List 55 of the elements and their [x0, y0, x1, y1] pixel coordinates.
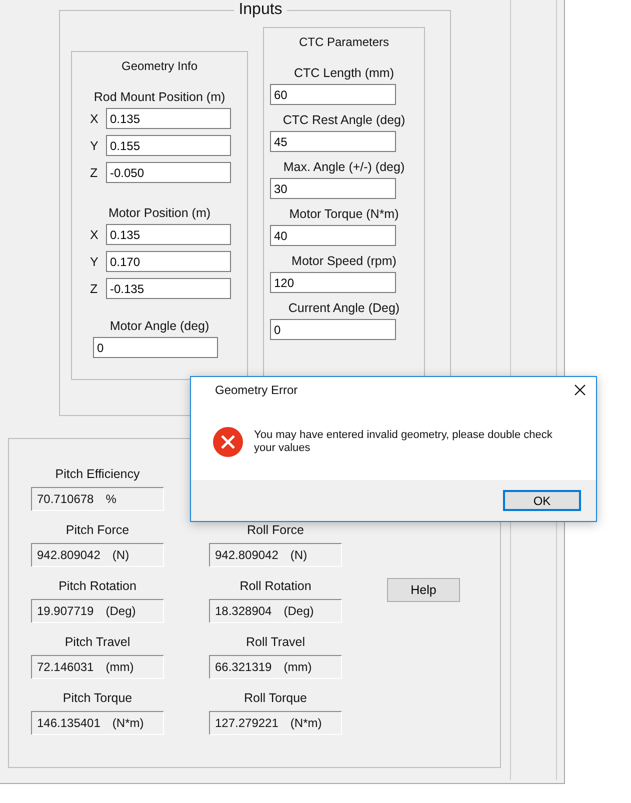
result-label: Pitch Torque: [62, 691, 132, 705]
input-field[interactable]: -0.135: [106, 278, 231, 299]
result-field: 66.321319 (mm): [209, 655, 342, 679]
field-label: Current Angle (Deg): [288, 301, 400, 315]
input-field[interactable]: 120: [270, 272, 396, 293]
field-label: Motor Position (m): [108, 206, 211, 220]
result-label: Pitch Force: [66, 523, 130, 537]
input-field[interactable]: 45: [270, 131, 396, 152]
close-icon[interactable]: [574, 384, 586, 396]
axis-label: Y: [90, 254, 100, 268]
result-field: 146.135401 (N*m): [31, 711, 164, 735]
input-field[interactable]: 0.135: [106, 108, 231, 129]
axis-label: Y: [90, 138, 100, 152]
field-label: Motor Angle (deg): [110, 319, 210, 333]
input-field[interactable]: 30: [270, 178, 396, 199]
group-title: Inputs: [238, 1, 284, 19]
result-label: Roll Travel: [246, 635, 306, 649]
result-field: 70.710678 %: [31, 487, 164, 511]
result-label: Roll Rotation: [240, 579, 312, 593]
input-field[interactable]: 40: [270, 225, 396, 246]
field-label: Max. Angle (+/-) (deg): [283, 160, 405, 174]
axis-label: X: [90, 228, 100, 242]
result-field: 19.907719 (Deg): [31, 599, 164, 623]
input-field[interactable]: 0.135: [106, 224, 231, 245]
result-field: 942.809042 (N): [209, 543, 342, 567]
field-label: CTC Rest Angle (deg): [282, 113, 406, 127]
result-field: 127.279221 (N*m): [209, 711, 342, 735]
help-button[interactable]: Help: [387, 578, 460, 602]
ok-button[interactable]: OK: [503, 490, 581, 511]
result-field: 18.328904 (Deg): [209, 599, 342, 623]
input-field[interactable]: 0.170: [106, 251, 231, 272]
axis-label: X: [90, 112, 100, 126]
error-message: You may have entered invalid geometry, please double check your values: [254, 428, 554, 454]
axis-label: Z: [90, 282, 99, 296]
group-title: Geometry Info: [121, 59, 198, 73]
result-label: Pitch Rotation: [58, 579, 136, 593]
input-field[interactable]: 0: [270, 319, 396, 340]
result-field: 72.146031 (mm): [31, 655, 164, 679]
input-field[interactable]: 0: [93, 337, 218, 358]
field-label: CTC Length (mm): [294, 66, 394, 80]
dialog-title: Geometry Error: [215, 383, 298, 397]
result-label: Roll Torque: [244, 691, 307, 705]
axis-label: Z: [90, 166, 99, 180]
group-title: CTC Parameters: [298, 35, 390, 49]
input-field[interactable]: -0.050: [106, 162, 231, 183]
field-label: Motor Torque (N*m): [289, 207, 399, 221]
result-label: Roll Force: [247, 523, 304, 537]
result-field: 942.809042 (N): [31, 543, 164, 567]
input-field[interactable]: 0.155: [106, 135, 231, 156]
result-label: Pitch Efficiency: [55, 467, 140, 481]
error-icon: [212, 426, 244, 458]
input-field[interactable]: 60: [270, 84, 396, 105]
field-label: Rod Mount Position (m): [94, 90, 226, 104]
field-label: Motor Speed (rpm): [292, 254, 396, 268]
result-label: Pitch Travel: [64, 635, 130, 649]
